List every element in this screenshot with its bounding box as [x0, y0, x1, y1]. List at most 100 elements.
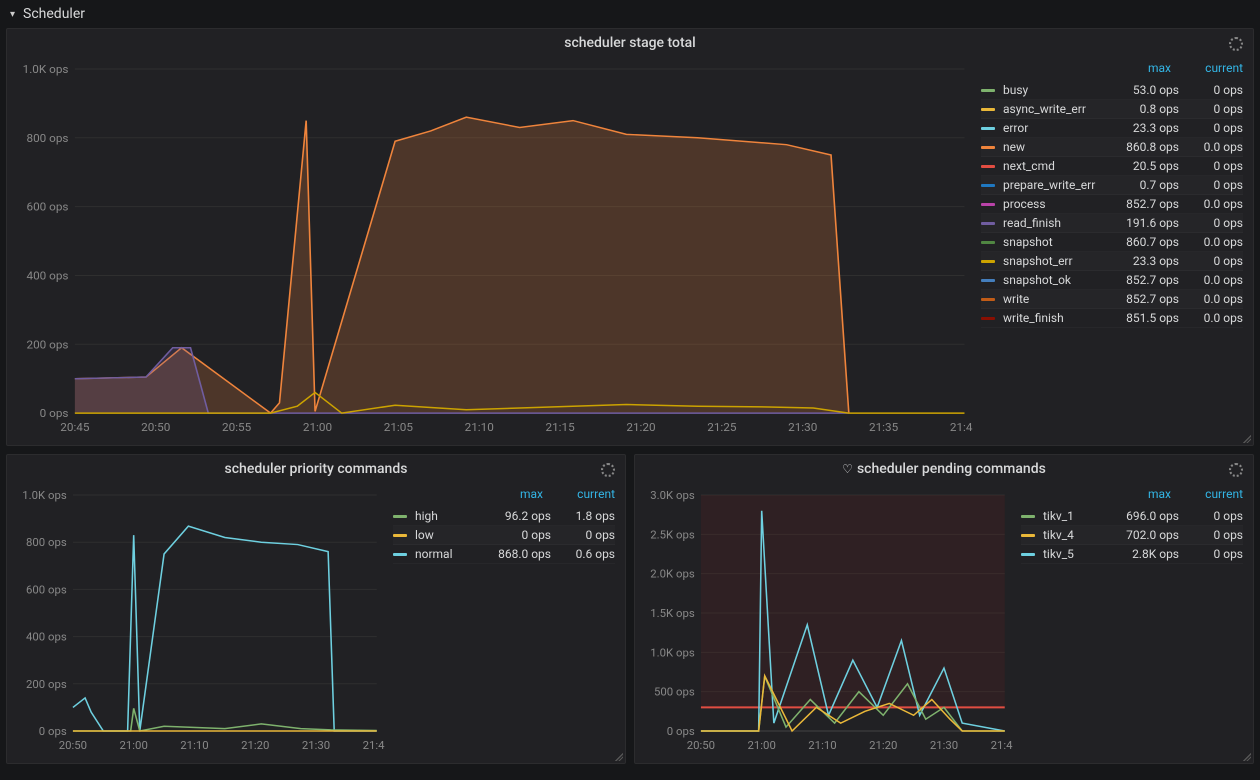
- svg-text:21:15: 21:15: [546, 420, 575, 434]
- legend-max: 868.0 ops: [487, 547, 551, 561]
- legend-item-process[interactable]: process852.7 ops0.0 ops: [981, 195, 1243, 214]
- legend-name: normal: [415, 547, 487, 561]
- legend-max: 23.3 ops: [1115, 254, 1179, 268]
- legend-item-busy[interactable]: busy53.0 ops0 ops: [981, 81, 1243, 100]
- panel-title[interactable]: scheduler stage total: [7, 29, 1253, 55]
- legend-item-prepare_write_err[interactable]: prepare_write_err0.7 ops0 ops: [981, 176, 1243, 195]
- svg-text:21:00: 21:00: [303, 420, 332, 434]
- legend-item-normal[interactable]: normal868.0 ops0.6 ops: [393, 545, 615, 564]
- svg-text:2.5K ops: 2.5K ops: [650, 528, 695, 541]
- legend-item-tikv_4[interactable]: tikv_4702.0 ops0 ops: [1021, 526, 1243, 545]
- legend-current: 0 ops: [551, 528, 615, 542]
- svg-text:3.0K ops: 3.0K ops: [650, 489, 695, 502]
- legend-item-high[interactable]: high96.2 ops1.8 ops: [393, 507, 615, 526]
- legend-item-next_cmd[interactable]: next_cmd20.5 ops0 ops: [981, 157, 1243, 176]
- legend-current: 1.8 ops: [551, 509, 615, 523]
- legend-name: tikv_1: [1043, 509, 1115, 523]
- legend-swatch: [981, 260, 995, 263]
- panels-grid: scheduler stage total 0 ops 200 ops 400 op…: [0, 28, 1260, 764]
- legend-swatch: [981, 108, 995, 111]
- legend-swatch: [1021, 534, 1035, 537]
- legend-item-write[interactable]: write852.7 ops0.0 ops: [981, 290, 1243, 309]
- legend-max: 702.0 ops: [1115, 528, 1179, 542]
- legend-name: process: [1003, 197, 1115, 211]
- legend-max: 0.7 ops: [1115, 178, 1179, 192]
- col-current[interactable]: current: [555, 487, 615, 501]
- svg-text:21:40: 21:40: [363, 739, 385, 752]
- chart-pending[interactable]: 0 ops500 ops1.0K ops1.5K ops2.0K ops2.5K…: [635, 481, 1013, 763]
- legend-current: 0 ops: [1179, 178, 1243, 192]
- col-current[interactable]: current: [1183, 487, 1243, 501]
- col-max[interactable]: max: [483, 487, 543, 501]
- resize-handle-icon[interactable]: [1243, 753, 1251, 761]
- panel-title[interactable]: scheduler priority commands: [7, 455, 625, 481]
- chart-priority[interactable]: 0 ops200 ops400 ops600 ops800 ops1.0K op…: [7, 481, 385, 763]
- legend-header: max current: [393, 485, 615, 507]
- legend-current: 0 ops: [1179, 102, 1243, 116]
- legend-name: prepare_write_err: [1003, 178, 1115, 192]
- svg-text:0 ops: 0 ops: [39, 725, 67, 738]
- legend-item-snapshot[interactable]: snapshot860.7 ops0.0 ops: [981, 233, 1243, 252]
- section-header[interactable]: ▾ Scheduler: [0, 0, 1260, 28]
- panel-title-text: scheduler pending commands: [857, 461, 1046, 477]
- legend-current: 0.0 ops: [1179, 273, 1243, 287]
- legend-swatch: [1021, 515, 1035, 518]
- resize-handle-icon[interactable]: [615, 753, 623, 761]
- col-max[interactable]: max: [1111, 61, 1171, 75]
- legend-item-snapshot_err[interactable]: snapshot_err23.3 ops0 ops: [981, 252, 1243, 271]
- legend-item-async_write_err[interactable]: async_write_err0.8 ops0 ops: [981, 100, 1243, 119]
- legend-item-tikv_5[interactable]: tikv_52.8K ops0 ops: [1021, 545, 1243, 564]
- legend-max: 0.8 ops: [1115, 102, 1179, 116]
- legend-item-tikv_1[interactable]: tikv_1696.0 ops0 ops: [1021, 507, 1243, 526]
- svg-text:1.5K ops: 1.5K ops: [650, 607, 695, 620]
- legend-max: 852.7 ops: [1115, 273, 1179, 287]
- legend-max: 860.8 ops: [1115, 140, 1179, 154]
- legend-swatch: [981, 203, 995, 206]
- legend-max: 2.8K ops: [1115, 547, 1179, 561]
- legend-max: 20.5 ops: [1115, 159, 1179, 173]
- svg-text:21:00: 21:00: [748, 739, 776, 752]
- legend-max: 852.7 ops: [1115, 292, 1179, 306]
- legend-item-read_finish[interactable]: read_finish191.6 ops0 ops: [981, 214, 1243, 233]
- legend-item-low[interactable]: low0 ops0 ops: [393, 526, 615, 545]
- heart-icon: ♡: [842, 462, 853, 476]
- legend-current: 0 ops: [1179, 121, 1243, 135]
- legend-max: 53.0 ops: [1115, 83, 1179, 97]
- svg-text:21:25: 21:25: [707, 420, 736, 434]
- legend-max: 191.6 ops: [1115, 216, 1179, 230]
- legend-swatch: [981, 127, 995, 130]
- svg-text:200 ops: 200 ops: [26, 338, 68, 352]
- legend-swatch: [981, 317, 995, 320]
- legend-item-snapshot_ok[interactable]: snapshot_ok852.7 ops0.0 ops: [981, 271, 1243, 290]
- legend-item-error[interactable]: error23.3 ops0 ops: [981, 119, 1243, 138]
- svg-text:1.0K ops: 1.0K ops: [23, 62, 69, 76]
- svg-text:800 ops: 800 ops: [26, 536, 67, 549]
- legend-item-write_finish[interactable]: write_finish851.5 ops0.0 ops: [981, 309, 1243, 328]
- legend-name: write_finish: [1003, 311, 1115, 325]
- legend-current: 0.0 ops: [1179, 235, 1243, 249]
- svg-text:400 ops: 400 ops: [26, 269, 68, 283]
- legend-swatch: [393, 534, 407, 537]
- legend-name: read_finish: [1003, 216, 1115, 230]
- panel-title[interactable]: ♡ scheduler pending commands: [635, 455, 1253, 481]
- legend-pending: max current tikv_1696.0 ops0 opstikv_470…: [1013, 481, 1253, 763]
- svg-text:0 ops: 0 ops: [667, 725, 695, 738]
- legend-max: 0 ops: [487, 528, 551, 542]
- legend-stage: max current busy53.0 ops0 opsasync_write…: [973, 55, 1253, 445]
- legend-item-new[interactable]: new860.8 ops0.0 ops: [981, 138, 1243, 157]
- resize-handle-icon[interactable]: [1243, 435, 1251, 443]
- svg-text:21:30: 21:30: [930, 739, 958, 752]
- svg-text:21:35: 21:35: [869, 420, 898, 434]
- svg-text:21:40: 21:40: [991, 739, 1013, 752]
- legend-max: 96.2 ops: [487, 509, 551, 523]
- chart-stage[interactable]: 0 ops200 ops400 ops600 ops800 ops1.0K op…: [7, 55, 973, 445]
- legend-swatch: [393, 515, 407, 518]
- legend-swatch: [981, 222, 995, 225]
- col-max[interactable]: max: [1111, 487, 1171, 501]
- svg-text:600 ops: 600 ops: [26, 200, 68, 214]
- svg-text:21:30: 21:30: [302, 739, 330, 752]
- legend-name: busy: [1003, 83, 1115, 97]
- svg-text:21:20: 21:20: [869, 739, 897, 752]
- col-current[interactable]: current: [1183, 61, 1243, 75]
- legend-name: write: [1003, 292, 1115, 306]
